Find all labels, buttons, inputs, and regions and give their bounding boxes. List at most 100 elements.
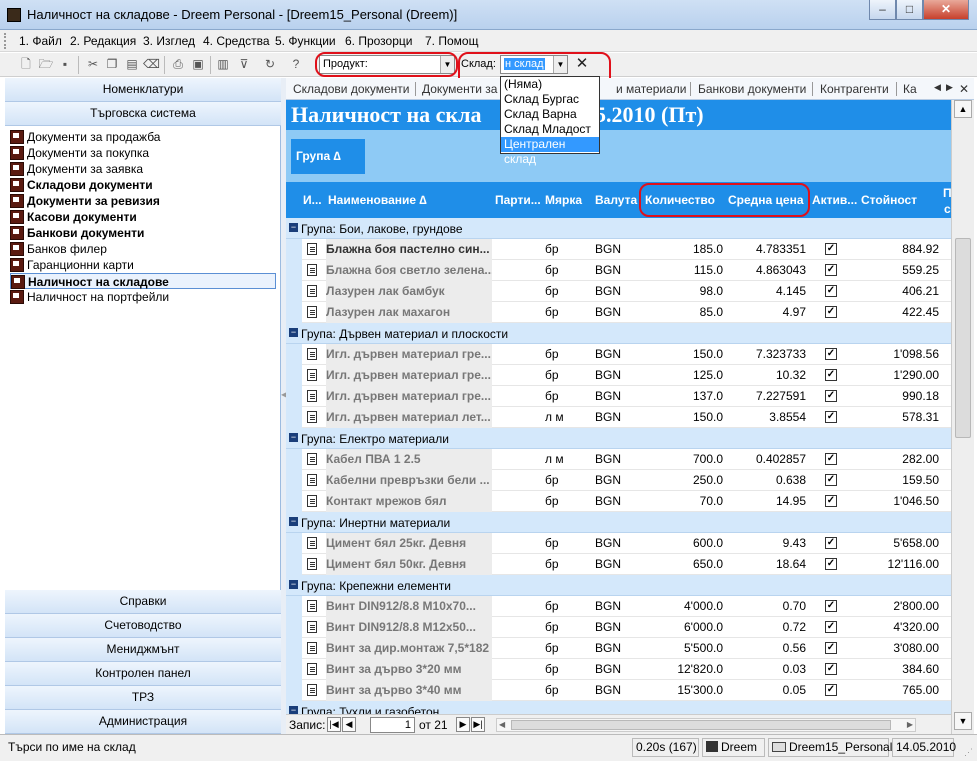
refresh-icon[interactable]: ↻ [262, 56, 278, 72]
table-row[interactable]: Лазурен лак бамбук бр BGN 98.0 4.145 ✓ 406.21 [286, 281, 951, 302]
col-active[interactable]: Актив... [812, 193, 857, 207]
active-checkbox[interactable]: ✓ [825, 243, 837, 255]
minimize-button[interactable]: – [869, 0, 896, 20]
active-checkbox[interactable]: ✓ [825, 558, 837, 570]
open-icon[interactable]: 🗁 [38, 56, 54, 72]
sidebar-item-cash-documents[interactable]: Касови документи [10, 209, 137, 225]
record-number-input[interactable]: 1 [370, 717, 415, 733]
table-row[interactable]: Игл. дървен материал гре... бр BGN 150.0 7.3… [286, 344, 951, 365]
table-row[interactable]: Блажна боя светло зелена... бр BGN 115.0 4.8… [286, 260, 951, 281]
col-unit[interactable]: Мярка [545, 193, 582, 207]
tab-warehouse-documents[interactable]: Складови документи [293, 82, 410, 96]
table-row[interactable]: Кабелни превръзки бели ... бр BGN 250.0 0.63… [286, 470, 951, 491]
sidebar-item-portfolio-stock[interactable]: Наличност на портфейли [10, 289, 169, 305]
sidebar-item-bank-filer[interactable]: Банков филер [10, 241, 107, 257]
table-row[interactable]: Игл. дървен материал гре... бр BGN 137.0 7.2… [286, 386, 951, 407]
nav-header-control-panel[interactable]: Контролен панел [5, 662, 281, 686]
table-row[interactable]: Кабел ПВА 1 2.5 л м BGN 700.0 0.402857 ✓ 282.0… [286, 449, 951, 470]
vertical-scrollbar[interactable]: ▲ ▼ [951, 100, 974, 734]
sidebar-item-purchase-documents[interactable]: Документи за покупка [10, 145, 149, 161]
first-record-icon[interactable]: |◀ [327, 717, 341, 732]
col-id[interactable]: И... [303, 193, 322, 207]
close-button[interactable]: ✕ [923, 0, 969, 20]
tab-scroll-right-icon[interactable]: ▶ [946, 82, 953, 93]
active-checkbox[interactable]: ✓ [825, 348, 837, 360]
nav-header-payroll[interactable]: ТРЗ [5, 686, 281, 710]
group-row[interactable]: − Група: Крепежни елементи [286, 575, 951, 596]
active-checkbox[interactable]: ✓ [825, 621, 837, 633]
group-column-button[interactable]: Група ∆ [291, 139, 365, 174]
scroll-up-icon[interactable]: ▲ [954, 100, 972, 118]
tab-close-icon[interactable]: ✕ [959, 82, 969, 96]
menu-windows[interactable]: 6. Прозорци [345, 34, 412, 48]
group-row[interactable]: − Група: Тухли и газобетон [286, 701, 951, 714]
table-row[interactable]: Лазурен лак махагон бр BGN 85.0 4.97 ✓ 422.45 [286, 302, 951, 323]
active-checkbox[interactable]: ✓ [825, 306, 837, 318]
active-checkbox[interactable]: ✓ [825, 495, 837, 507]
option-none[interactable]: (Няма) [501, 77, 599, 92]
maximize-button[interactable]: □ [896, 0, 923, 20]
nav-header-reports[interactable]: Справки [5, 590, 281, 614]
nav-header-management[interactable]: Мениджмънт [5, 638, 281, 662]
option-central[interactable]: Централен склад [501, 137, 599, 166]
active-checkbox[interactable]: ✓ [825, 453, 837, 465]
table-row[interactable]: Цимент бял 50кг. Девня бр BGN 650.0 18.64 ✓ 12… [286, 554, 951, 575]
col-name[interactable]: Наименование ∆ [328, 193, 427, 207]
tab-contractors[interactable]: Контрагенти [820, 82, 889, 96]
print-icon[interactable]: ⎙ [170, 56, 186, 72]
sidebar-item-bank-documents[interactable]: Банкови документи [10, 225, 144, 241]
col-batch[interactable]: Парти... [495, 193, 541, 207]
collapse-icon[interactable]: − [289, 706, 298, 714]
scrollbar-thumb[interactable] [955, 238, 971, 438]
active-checkbox[interactable]: ✓ [825, 264, 837, 276]
table-row[interactable]: Блажна боя пастелно син... бр BGN 185.0 4.78… [286, 239, 951, 260]
collapse-icon[interactable]: − [289, 517, 298, 526]
table-row[interactable]: Винт за дир.монтаж 7,5*182 бр BGN 5'500.0 0.… [286, 638, 951, 659]
active-checkbox[interactable]: ✓ [825, 285, 837, 297]
group-row[interactable]: − Група: Инертни материали [286, 512, 951, 533]
menu-help[interactable]: 7. Помощ [425, 34, 478, 48]
menu-file[interactable]: 1. Файл [19, 34, 62, 48]
sidebar-item-revision-documents[interactable]: Документи за ревизия [10, 193, 160, 209]
scrollbar-thumb[interactable] [511, 720, 891, 730]
scroll-left-icon[interactable]: ◀ [499, 719, 505, 731]
nav-header-trade-system[interactable]: Търговска система [5, 102, 281, 126]
active-checkbox[interactable]: ✓ [825, 663, 837, 675]
menu-view[interactable]: 3. Изглед [143, 34, 195, 48]
sidebar-item-warranty-cards[interactable]: Гаранционни карти [10, 257, 134, 273]
sidebar-item-sales-documents[interactable]: Документи за продажба [10, 129, 160, 145]
active-checkbox[interactable]: ✓ [825, 411, 837, 423]
table-row[interactable]: Цимент бял 25кг. Девня бр BGN 600.0 9.43 ✓ 5'6… [286, 533, 951, 554]
menu-edit[interactable]: 2. Редакция [70, 34, 136, 48]
tab-scroll-left-icon[interactable]: ◀ [934, 82, 941, 93]
collapse-icon[interactable]: − [289, 223, 298, 232]
nav-header-accounting[interactable]: Счетоводство [5, 614, 281, 638]
col-currency[interactable]: Валута [595, 193, 637, 207]
col-extra-2[interactable]: с [944, 202, 951, 216]
tab-documents[interactable]: Документи за [422, 82, 497, 96]
sidebar-item-order-documents[interactable]: Документи за заявка [10, 161, 143, 177]
tab-materials[interactable]: и материали [616, 82, 687, 96]
collapse-icon[interactable]: − [289, 328, 298, 337]
save-icon[interactable]: ▪ [57, 56, 73, 72]
active-checkbox[interactable]: ✓ [825, 600, 837, 612]
next-record-icon[interactable]: ▶ [456, 717, 470, 732]
collapse-icon[interactable]: − [289, 433, 298, 442]
menu-functions[interactable]: 5. Функции [275, 34, 336, 48]
collapse-icon[interactable]: − [289, 580, 298, 589]
table-row[interactable]: Игл. дървен материал гре... бр BGN 125.0 10.… [286, 365, 951, 386]
eraser-icon[interactable]: ⌫ [143, 56, 160, 72]
active-checkbox[interactable]: ✓ [825, 390, 837, 402]
option-varna[interactable]: Склад Варна [501, 107, 599, 122]
active-checkbox[interactable]: ✓ [825, 537, 837, 549]
group-row[interactable]: − Група: Дървен материал и плоскости [286, 323, 951, 344]
col-value[interactable]: Стойност [861, 193, 917, 207]
previous-record-icon[interactable]: ◀ [342, 717, 356, 732]
copy-icon[interactable]: ❐ [104, 56, 120, 72]
sidebar-item-warehouse-stock[interactable]: Наличност на складове [10, 273, 276, 289]
tab-more[interactable]: Ка [903, 82, 917, 96]
horizontal-scrollbar[interactable]: ◀ ▶ [496, 718, 916, 732]
new-icon[interactable]: 🗋 [18, 56, 34, 72]
group-row[interactable]: − Група: Бои, лакове, грундове [286, 218, 951, 239]
menu-tools[interactable]: 4. Средства [203, 34, 270, 48]
